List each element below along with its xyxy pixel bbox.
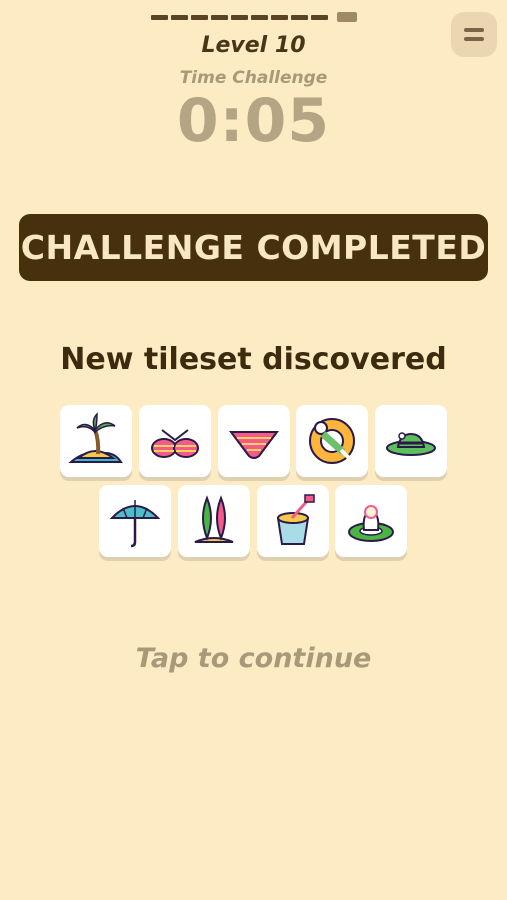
banner-text: CHALLENGE COMPLETED bbox=[20, 228, 487, 267]
progress-segment bbox=[251, 15, 268, 20]
progress-segment-current bbox=[337, 12, 357, 22]
level-title: Level 10 bbox=[201, 33, 306, 58]
progress-segment bbox=[151, 15, 168, 20]
challenge-completed-banner: CHALLENGE COMPLETED bbox=[19, 214, 488, 281]
bikini-bottom-icon bbox=[229, 431, 279, 459]
tile-palm-island bbox=[60, 405, 132, 477]
palm-island-icon bbox=[68, 412, 123, 463]
bikini-top-icon bbox=[151, 429, 199, 458]
progress-segment bbox=[191, 15, 208, 20]
swim-ring-icon bbox=[348, 505, 394, 542]
tile-sun-hat bbox=[375, 405, 447, 477]
tile-umbrella bbox=[99, 485, 171, 557]
sun-hat-icon bbox=[386, 432, 436, 456]
surfboards-icon bbox=[194, 495, 234, 543]
tile-bikini-bottom bbox=[218, 405, 290, 477]
beach-umbrella-icon bbox=[109, 500, 161, 548]
progress-segment bbox=[171, 15, 188, 20]
progress-segment bbox=[291, 15, 308, 20]
progress-segment bbox=[311, 15, 328, 20]
level-progress-bar bbox=[151, 12, 357, 22]
progress-segment bbox=[211, 15, 228, 20]
tile-swim-ring bbox=[335, 485, 407, 557]
tile-surfboards bbox=[178, 485, 250, 557]
sand-bucket-icon bbox=[276, 494, 315, 545]
tap-to-continue[interactable]: Tap to continue bbox=[0, 643, 507, 674]
timer: 0:05 bbox=[176, 86, 331, 156]
progress-segment bbox=[231, 15, 248, 20]
tileset-title: New tileset discovered bbox=[60, 342, 447, 377]
mode-label: Time Challenge bbox=[179, 68, 328, 88]
tile-sand-bucket bbox=[257, 485, 329, 557]
progress-segment bbox=[271, 15, 288, 20]
tile-bikini-top bbox=[139, 405, 211, 477]
person-on-float-icon bbox=[309, 418, 355, 464]
tile-person-float bbox=[296, 405, 368, 477]
